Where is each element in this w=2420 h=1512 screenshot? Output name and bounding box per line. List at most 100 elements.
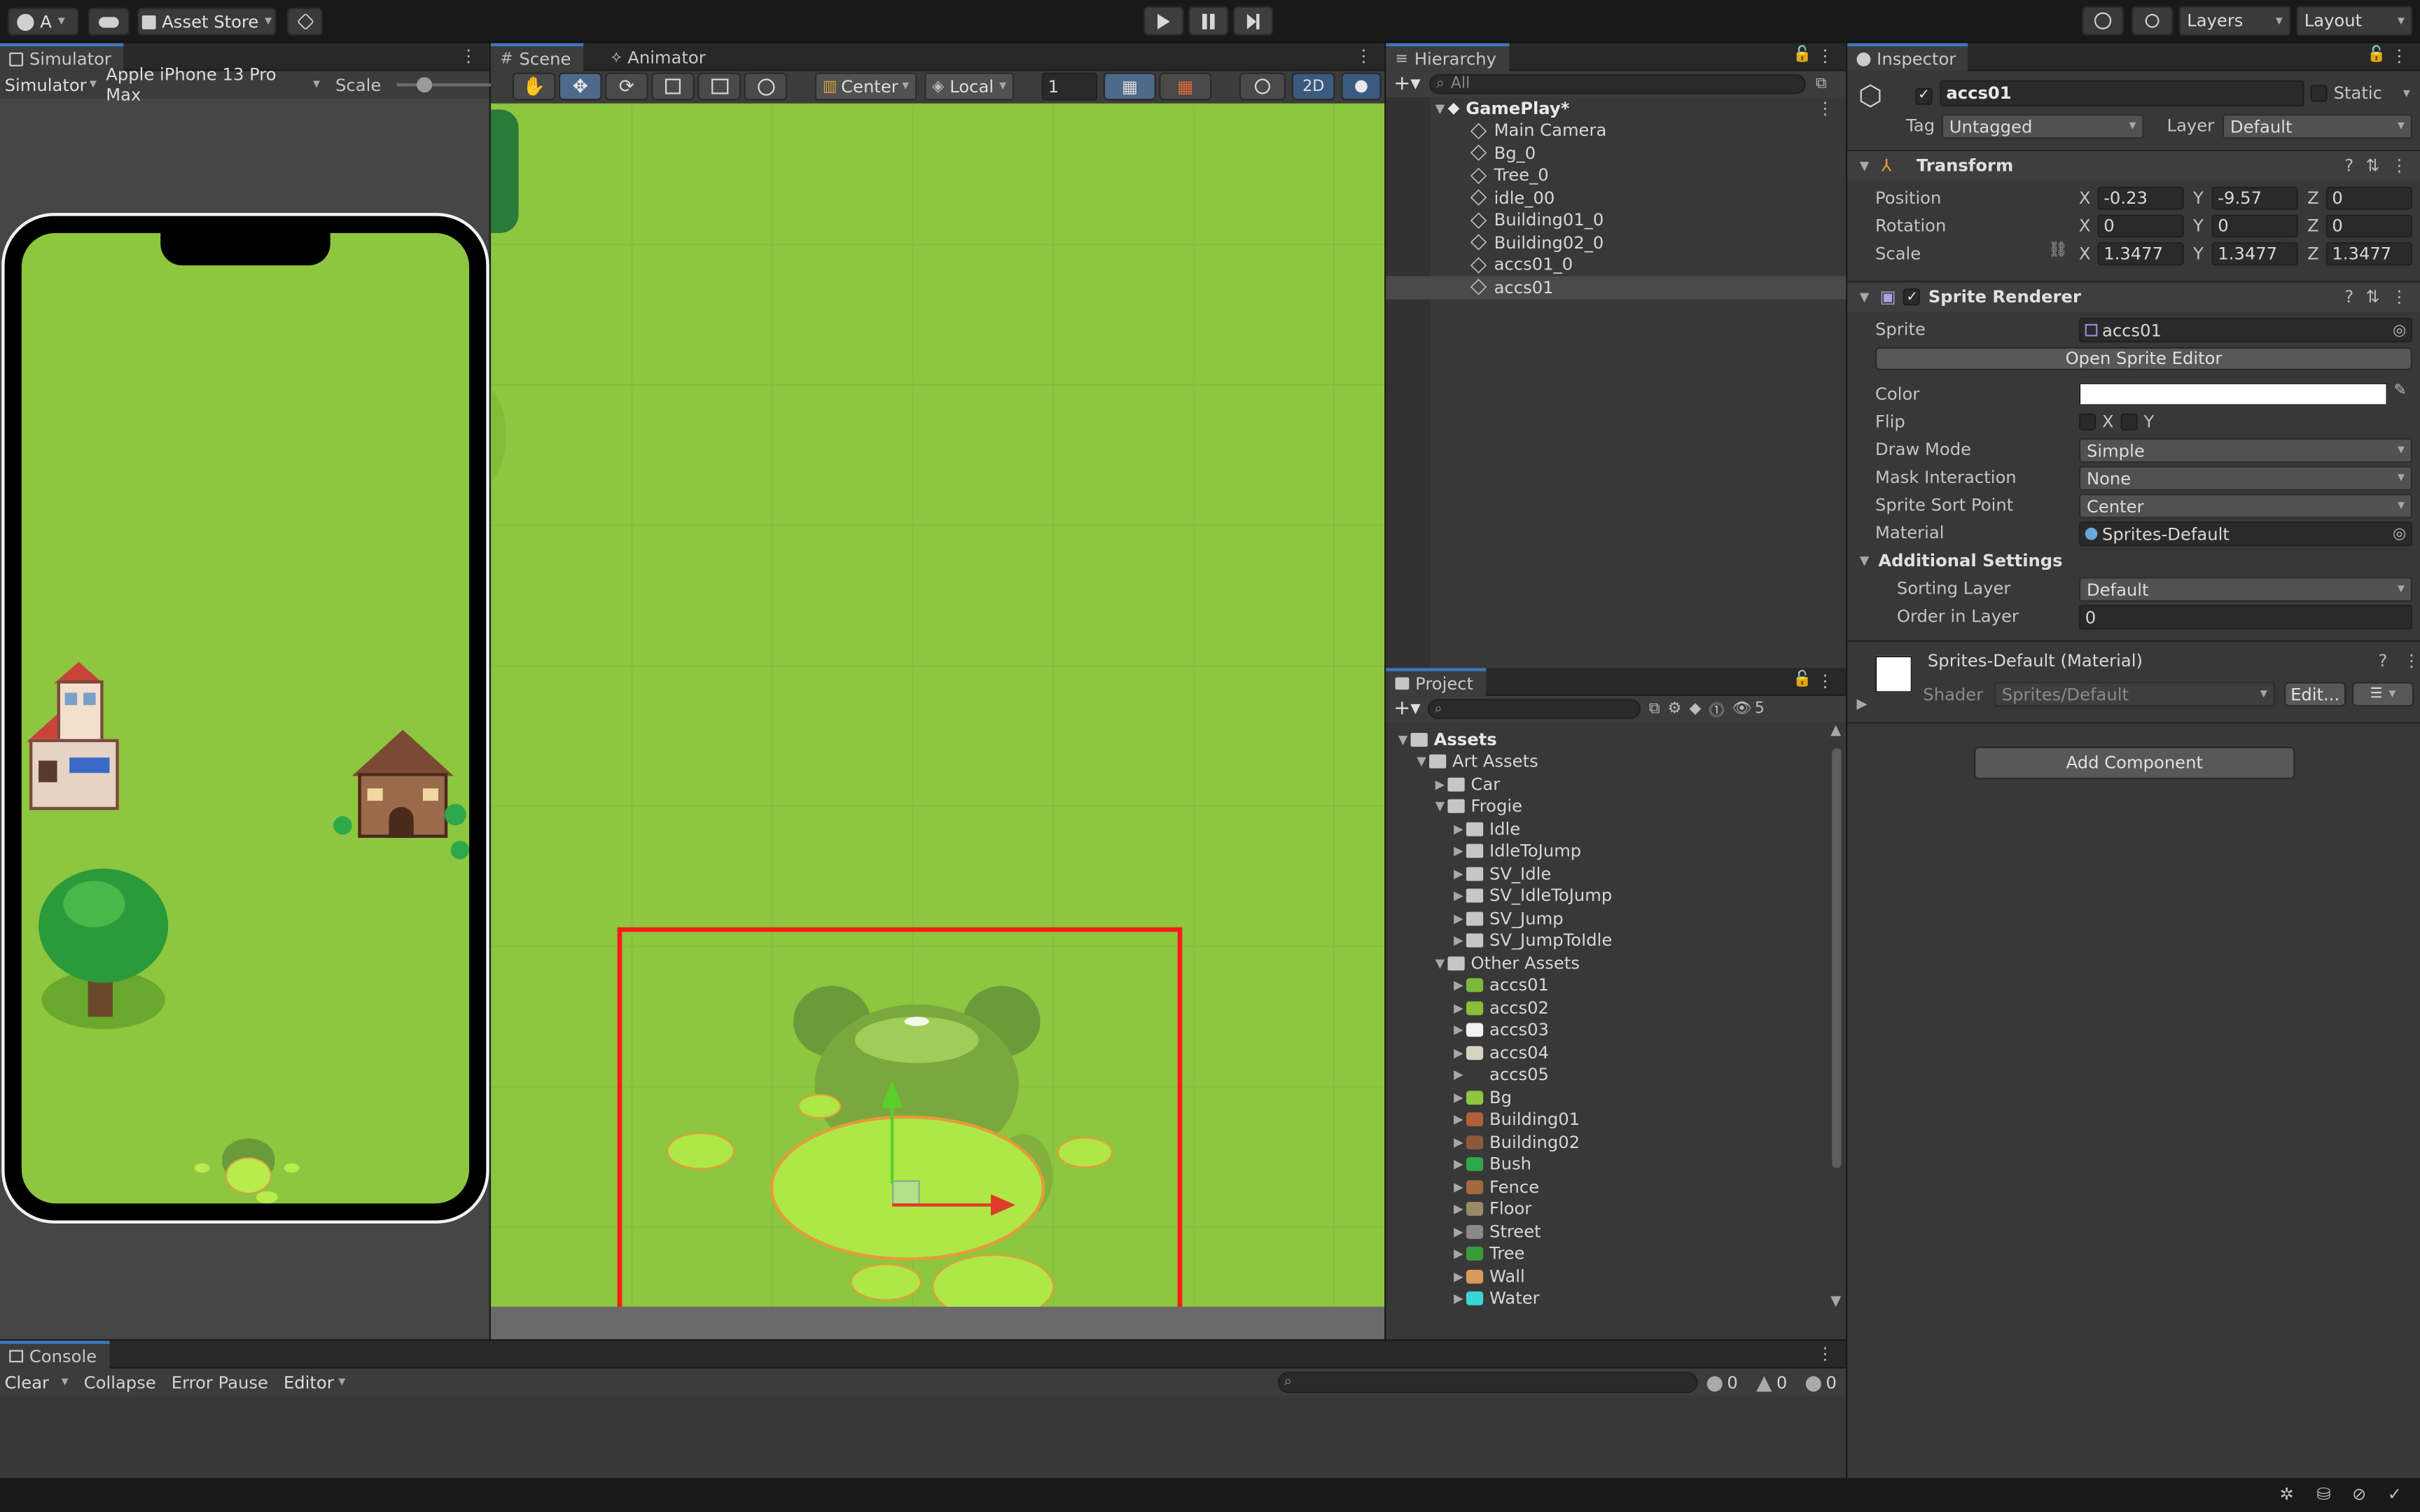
rotate-tool-button[interactable]: ⟳ <box>605 72 648 101</box>
project-asset-item[interactable]: ▶ Building01 <box>1386 1109 1827 1131</box>
collapse-triangle-icon[interactable]: ▶ <box>1451 1091 1466 1105</box>
project-folder-item[interactable]: ▶ Idle <box>1386 818 1827 840</box>
collapse-triangle-icon[interactable]: ▶ <box>1451 889 1466 903</box>
collapse-triangle-icon[interactable]: ▶ <box>1451 867 1466 881</box>
rotation-z-field[interactable]: 0 <box>2325 214 2413 238</box>
hidden-packages-icon[interactable]: 👁 5 <box>1732 701 1765 718</box>
warning-filter-icon[interactable]: ⓵ <box>1709 697 1724 720</box>
collapse-triangle-icon[interactable]: ▶ <box>1451 1001 1466 1015</box>
project-folder-item[interactable]: ▶ SV_IdleToJump <box>1386 885 1827 907</box>
step-button[interactable] <box>1233 6 1274 36</box>
hierarchy-scene-root[interactable]: ▼ ◆ GamePlay* ⋮ <box>1386 97 1846 120</box>
project-search-input[interactable]: ⌕ <box>1428 699 1641 720</box>
transform-tool-button[interactable] <box>744 72 788 101</box>
project-assets-folder[interactable]: ▼ Assets <box>1386 728 1827 750</box>
project-other-assets-folder[interactable]: ▼ Other Assets <box>1386 952 1827 974</box>
project-art-assets-folder[interactable]: ▼ Art Assets <box>1386 750 1827 773</box>
tab-inspector[interactable]: Inspector <box>1847 43 1968 71</box>
collapse-triangle-icon[interactable]: ▶ <box>1451 1180 1466 1194</box>
error-pause-button[interactable]: Error Pause <box>172 1373 268 1393</box>
hierarchy-item[interactable]: accs01 <box>1386 276 1847 299</box>
account-dropdown[interactable]: A ▾ <box>8 8 79 36</box>
search-button[interactable] <box>2131 6 2174 36</box>
lock-icon[interactable]: 🔓 <box>2367 46 2386 63</box>
add-component-button[interactable]: Add Component <box>1974 746 2295 780</box>
project-folder-item[interactable]: ▶ SV_Idle <box>1386 862 1827 885</box>
rotation-y-field[interactable]: 0 <box>2211 214 2298 238</box>
open-sprite-editor-button[interactable]: Open Sprite Editor <box>1875 346 2413 370</box>
project-asset-item[interactable]: ▶ Wall <box>1386 1265 1827 1287</box>
tab-hierarchy[interactable]: ≡ Hierarchy <box>1386 43 1509 71</box>
progress-check-icon[interactable]: ✓ <box>2388 1484 2402 1504</box>
tab-project[interactable]: Project <box>1386 668 1486 696</box>
lock-icon[interactable]: 🔓 <box>1793 46 1811 63</box>
expand-triangle-icon[interactable]: ▼ <box>1414 755 1429 769</box>
scale-z-field[interactable]: 1.3477 <box>2325 242 2413 266</box>
add-icon[interactable]: +▾ <box>1393 697 1420 720</box>
project-asset-item[interactable]: ▶ Floor <box>1386 1198 1827 1220</box>
collapse-triangle-icon[interactable]: ▶ <box>1451 1135 1466 1149</box>
pause-button[interactable] <box>1188 6 1229 36</box>
error-count-toggle[interactable]: 0 <box>1805 1373 1837 1393</box>
collapse-triangle-icon[interactable]: ▶ <box>1451 1247 1466 1261</box>
space-dropdown[interactable]: ◈ Local ▾ <box>924 72 1015 101</box>
hierarchy-item[interactable]: Tree_0 <box>1386 164 1846 187</box>
help-icon[interactable]: ? <box>2344 156 2353 176</box>
package-button[interactable] <box>286 8 323 36</box>
collapse-triangle-icon[interactable]: ▶ <box>1451 979 1466 993</box>
layout-dropdown[interactable]: Layout ▾ <box>2296 6 2413 36</box>
project-folder-item[interactable]: ▶ IdleToJump <box>1386 840 1827 862</box>
collapse-triangle-icon[interactable]: ▶ <box>1857 697 1868 713</box>
object-picker-icon[interactable]: ◎ <box>2393 525 2406 542</box>
draw-mode-button[interactable] <box>1239 72 1286 101</box>
hierarchy-item[interactable]: Building01_0 <box>1386 209 1846 232</box>
grid-size-field[interactable]: 1 <box>1041 72 1098 101</box>
constrain-proportions-icon[interactable]: ⛓ <box>2048 242 2068 259</box>
color-swatch[interactable] <box>2078 382 2388 406</box>
collapse-triangle-icon[interactable]: ▶ <box>1451 844 1466 858</box>
scale-tool-button[interactable] <box>651 72 695 101</box>
collapse-triangle-icon[interactable]: ▶ <box>1451 1158 1466 1172</box>
play-button[interactable] <box>1143 6 1184 36</box>
more-options-icon[interactable]: ⋮ <box>2403 651 2420 671</box>
collapse-triangle-icon[interactable]: ▶ <box>1451 1023 1466 1037</box>
tab-animator[interactable]: ⟡ Animator <box>602 43 718 71</box>
grid-snap-button[interactable]: ▦ <box>1103 72 1156 101</box>
active-checkbox[interactable]: ✓ <box>1915 83 1933 104</box>
grid-visibility-button[interactable]: ▦ <box>1159 72 1212 101</box>
project-asset-item[interactable]: ▶ accs03 <box>1386 1019 1827 1042</box>
flip-x-checkbox[interactable]: X <box>2078 412 2114 432</box>
more-options-icon[interactable]: ⋮ <box>1816 1344 1833 1364</box>
more-options-icon[interactable]: ⋮ <box>1816 99 1833 119</box>
expand-triangle-icon[interactable]: ▼ <box>1432 799 1447 813</box>
presets-icon[interactable]: ⇅ <box>2365 287 2379 307</box>
hierarchy-item[interactable]: Building02_0 <box>1386 232 1846 254</box>
mask-interaction-dropdown[interactable]: None ▾ <box>2078 465 2413 491</box>
project-folder-item[interactable]: ▶ SV_Jump <box>1386 907 1827 930</box>
scale-y-field[interactable]: 1.3477 <box>2211 242 2298 266</box>
presets-icon[interactable]: ⇅ <box>2365 156 2379 176</box>
more-options-icon[interactable]: ⋮ <box>460 46 477 66</box>
flip-y-checkbox[interactable]: Y <box>2120 412 2154 432</box>
search-by-type-icon[interactable]: ⧉ <box>1649 701 1660 718</box>
collapse-triangle-icon[interactable]: ▶ <box>1432 777 1447 791</box>
collapse-triangle-icon[interactable]: ▶ <box>1451 911 1466 925</box>
collapse-triangle-icon[interactable]: ▶ <box>1451 1046 1466 1060</box>
expand-triangle-icon[interactable]: ▼ <box>1857 290 1872 304</box>
expand-triangle-icon[interactable]: ▼ <box>1396 732 1411 746</box>
lock-icon[interactable]: 🔓 <box>1793 671 1811 688</box>
collapse-triangle-icon[interactable]: ▶ <box>1451 1068 1466 1082</box>
project-asset-item[interactable]: ▶ accs02 <box>1386 997 1827 1019</box>
collapse-button[interactable]: Collapse <box>84 1373 156 1393</box>
hierarchy-item[interactable]: idle_00 <box>1386 187 1846 209</box>
scale-slider-thumb[interactable] <box>416 77 433 93</box>
tab-scene[interactable]: # Scene <box>490 43 584 71</box>
project-asset-item[interactable]: ▶ accs04 <box>1386 1042 1827 1064</box>
project-car-folder[interactable]: ▶ Car <box>1386 773 1827 795</box>
gameobject-icon[interactable]: ⬡ <box>1858 80 1889 114</box>
object-name-field[interactable]: accs01 <box>1940 80 2304 107</box>
project-frogie-folder[interactable]: ▼ Frogie <box>1386 795 1827 818</box>
project-asset-item[interactable]: ▶ accs01 <box>1386 974 1827 997</box>
scroll-down-icon[interactable]: ▼ <box>1830 1294 1841 1310</box>
tab-simulator[interactable]: Simulator <box>0 43 124 71</box>
